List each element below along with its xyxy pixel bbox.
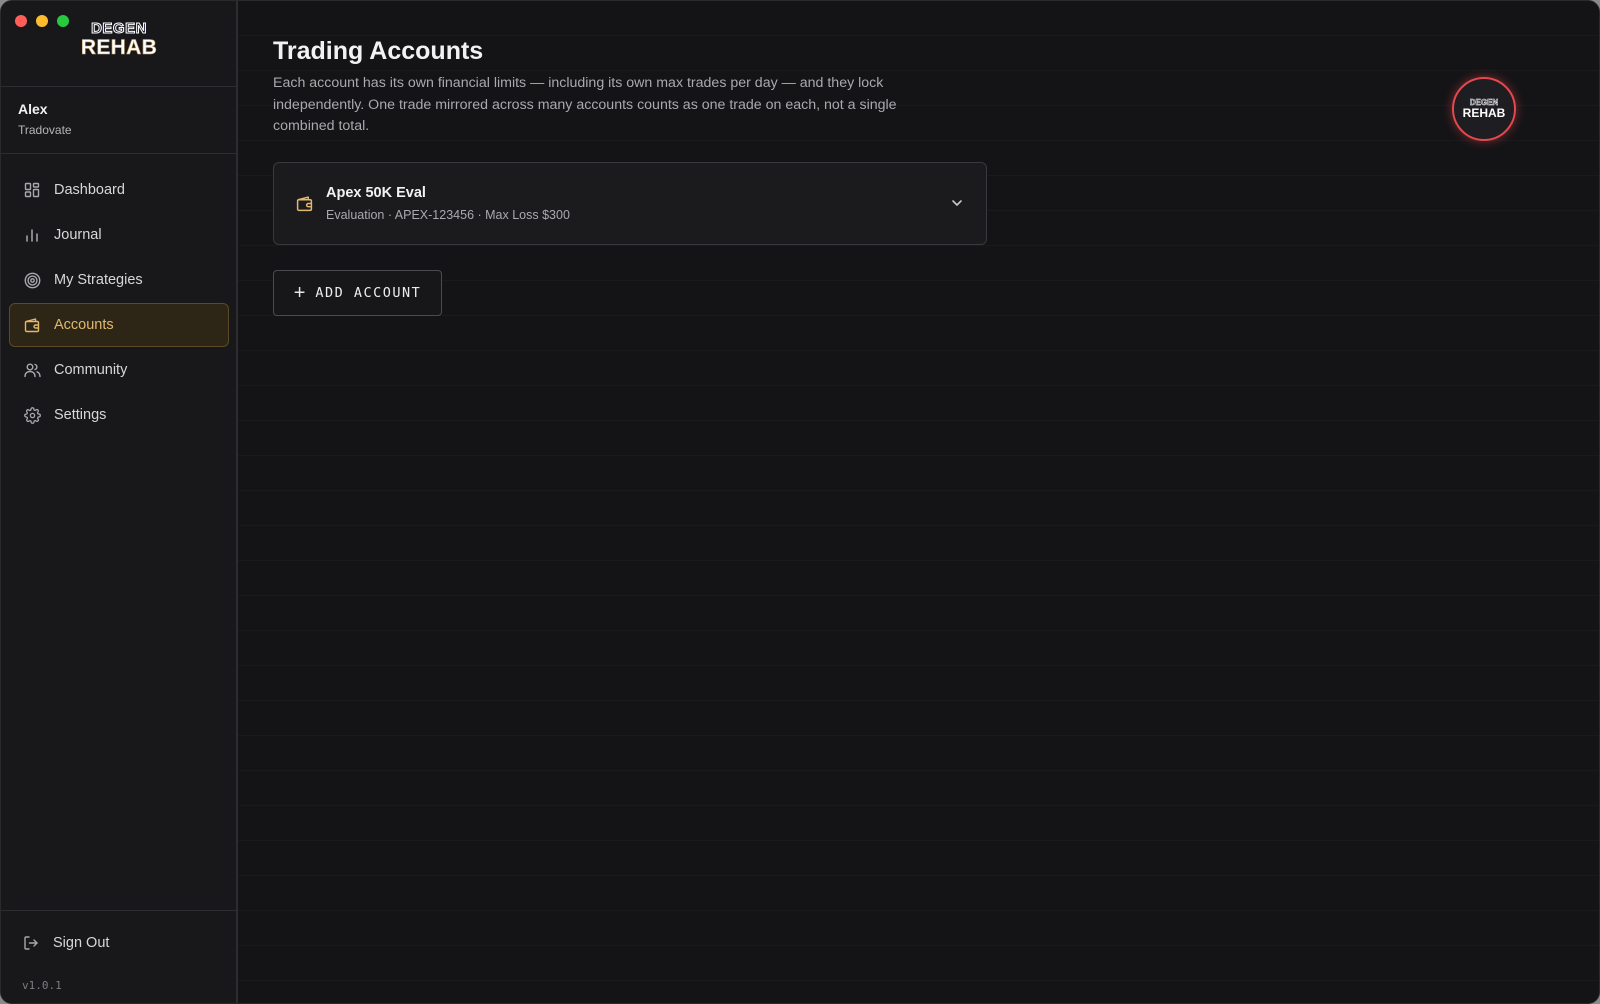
plus-icon: + bbox=[293, 282, 306, 304]
wallet-icon bbox=[23, 316, 41, 334]
wallet-icon bbox=[296, 195, 313, 217]
user-info: Alex Tradovate bbox=[1, 86, 236, 154]
sidebar-nav: Dashboard Journal My Strategies Accounts… bbox=[9, 168, 229, 438]
page-title: Trading Accounts bbox=[273, 37, 484, 65]
close-window-button[interactable] bbox=[15, 15, 27, 27]
account-card[interactable]: Apex 50K Eval Evaluation · APEX-123456 ·… bbox=[273, 162, 987, 245]
sidebar-item-community[interactable]: Community bbox=[9, 348, 229, 392]
user-broker: Tradovate bbox=[18, 123, 72, 137]
gear-icon bbox=[23, 406, 41, 424]
sidebar-item-settings[interactable]: Settings bbox=[9, 393, 229, 437]
account-details: Evaluation · APEX-123456 · Max Loss $300 bbox=[326, 208, 570, 222]
sidebar-item-label: Settings bbox=[54, 407, 107, 423]
sidebar-item-my-strategies[interactable]: My Strategies bbox=[9, 258, 229, 302]
logo-shadow bbox=[103, 57, 135, 71]
sidebar-item-label: My Strategies bbox=[54, 272, 143, 288]
app-logo: DEGEN REHAB bbox=[73, 20, 165, 71]
account-name: Apex 50K Eval bbox=[326, 185, 426, 201]
logo-top-text: DEGEN bbox=[91, 20, 147, 37]
users-icon bbox=[23, 361, 41, 379]
app-window: DEGEN REHAB Alex Tradovate Dashboard Jou… bbox=[0, 0, 1600, 1004]
bar-chart-icon bbox=[23, 226, 41, 244]
sign-out-button[interactable]: Sign Out bbox=[9, 923, 229, 963]
badge-logo-bottom: REHAB bbox=[1462, 105, 1506, 120]
logo-bottom-text: REHAB bbox=[80, 36, 158, 59]
user-name: Alex bbox=[18, 101, 48, 117]
sidebar-item-label: Accounts bbox=[54, 317, 114, 333]
grid-icon bbox=[23, 181, 41, 199]
sign-out-icon bbox=[22, 934, 40, 952]
chevron-down-icon[interactable] bbox=[950, 196, 964, 215]
sidebar-item-dashboard[interactable]: Dashboard bbox=[9, 168, 229, 212]
main-content: Trading Accounts Each account has its ow… bbox=[238, 1, 1599, 1003]
sidebar-item-accounts[interactable]: Accounts bbox=[9, 303, 229, 347]
sidebar-item-journal[interactable]: Journal bbox=[9, 213, 229, 257]
minimize-window-button[interactable] bbox=[36, 15, 48, 27]
zoom-window-button[interactable] bbox=[57, 15, 69, 27]
target-icon bbox=[23, 271, 41, 289]
add-account-button[interactable]: + ADD ACCOUNT bbox=[273, 270, 442, 316]
sidebar-footer: Sign Out v1.0.1 bbox=[1, 910, 236, 992]
app-version: v1.0.1 bbox=[22, 979, 62, 992]
sidebar: DEGEN REHAB Alex Tradovate Dashboard Jou… bbox=[1, 1, 238, 1003]
profile-badge[interactable]: DEGEN REHAB bbox=[1452, 77, 1516, 141]
sidebar-item-label: Community bbox=[54, 362, 128, 378]
add-account-label: ADD ACCOUNT bbox=[315, 285, 422, 301]
window-controls bbox=[15, 15, 69, 27]
sidebar-item-label: Dashboard bbox=[54, 182, 125, 198]
sidebar-item-label: Journal bbox=[54, 227, 102, 243]
sign-out-label: Sign Out bbox=[53, 935, 110, 951]
page-description: Each account has its own financial limit… bbox=[273, 75, 897, 134]
